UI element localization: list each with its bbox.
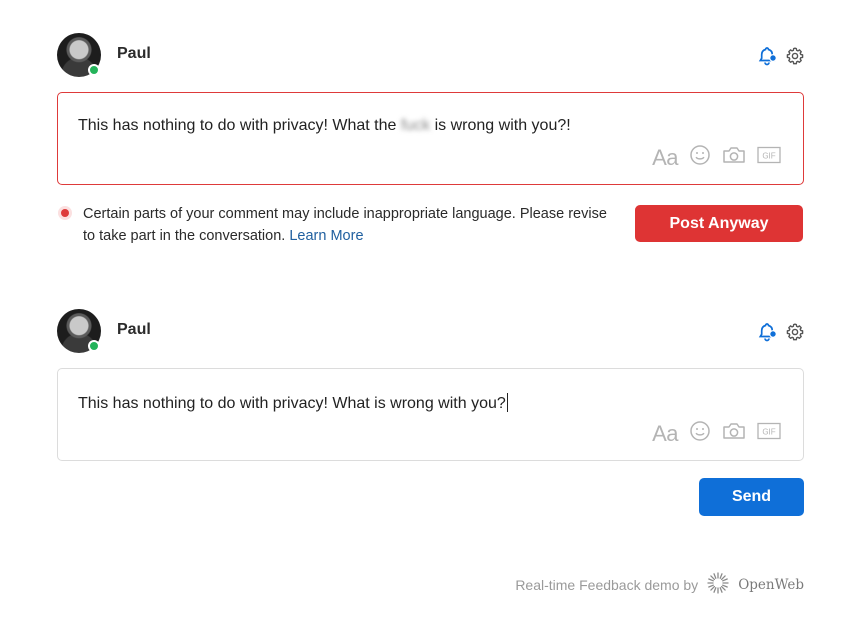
gif-icon[interactable]: GIF	[757, 146, 781, 169]
composer-toolbar: Aa GIF	[652, 420, 781, 447]
user-name: Paul	[117, 321, 151, 338]
settings-gear-icon[interactable]	[786, 47, 804, 65]
online-status-dot	[88, 64, 100, 76]
avatar[interactable]	[57, 33, 101, 77]
composer-header: Paul	[57, 33, 804, 77]
comment-text-start: This has nothing to do with privacy! Wha…	[78, 117, 401, 134]
warning-dot	[61, 209, 69, 217]
blurred-word: fuck	[400, 117, 431, 134]
text-format-icon[interactable]: Aa	[652, 422, 678, 445]
notification-bell-icon[interactable]	[757, 322, 777, 342]
text-cursor	[506, 393, 508, 412]
send-button[interactable]: Send	[699, 478, 804, 516]
comment-input[interactable]: This has nothing to do with privacy! Wha…	[57, 368, 804, 461]
avatar[interactable]	[57, 309, 101, 353]
comment-text[interactable]: This has nothing to do with privacy! Wha…	[78, 117, 571, 135]
openweb-logo-icon	[706, 571, 730, 598]
comment-composer-revised: Paul This has nothing to do with privacy…	[57, 309, 804, 516]
online-status-dot	[88, 340, 100, 352]
openweb-brand: OpenWeb	[738, 576, 804, 593]
header-actions	[757, 46, 804, 66]
comment-text[interactable]: This has nothing to do with privacy! Wha…	[78, 393, 508, 413]
footer-caption: Real-time Feedback demo by	[515, 576, 699, 593]
text-format-icon[interactable]: Aa	[652, 146, 678, 169]
svg-text:GIF: GIF	[762, 428, 775, 437]
emoji-icon[interactable]	[689, 420, 711, 447]
inappropriate-language-warning: Certain parts of your comment may includ…	[57, 203, 617, 247]
user-name: Paul	[117, 45, 151, 62]
post-anyway-button[interactable]: Post Anyway	[635, 205, 803, 242]
emoji-icon[interactable]	[689, 144, 711, 171]
svg-text:GIF: GIF	[762, 152, 775, 161]
settings-gear-icon[interactable]	[786, 323, 804, 341]
comment-composer-flagged: Paul This has nothing to do with privacy…	[57, 33, 804, 244]
learn-more-link[interactable]: Learn More	[289, 228, 363, 244]
camera-icon[interactable]	[722, 421, 746, 446]
gif-icon[interactable]: GIF	[757, 422, 781, 445]
composer-header: Paul	[57, 309, 804, 353]
demo-footer: Real-time Feedback demo by OpenWeb	[515, 571, 804, 598]
header-actions	[757, 322, 804, 342]
camera-icon[interactable]	[722, 145, 746, 170]
notification-bell-icon[interactable]	[757, 46, 777, 66]
comment-text-value: This has nothing to do with privacy! Wha…	[78, 395, 506, 412]
comment-input-flagged[interactable]: This has nothing to do with privacy! Wha…	[57, 92, 804, 185]
composer-toolbar: Aa GIF	[652, 144, 781, 171]
comment-text-end: is wrong with you?!	[430, 117, 571, 134]
